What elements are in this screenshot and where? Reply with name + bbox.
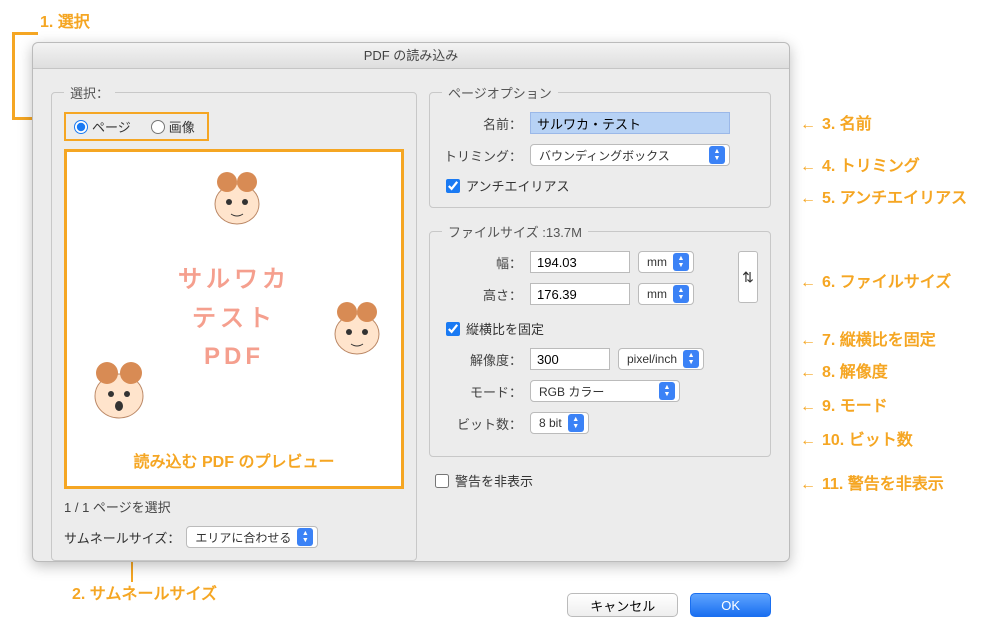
file-size-legend: ファイルサイズ :13.7M: [442, 222, 588, 241]
annotation-9: ←9. モード: [800, 392, 888, 416]
select-radio-row: ページ 画像: [64, 112, 209, 141]
page-count-label: 1 / 1 ページを選択: [64, 497, 404, 516]
dropdown-arrows-icon: ▲▼: [683, 350, 699, 368]
cancel-button[interactable]: キャンセル: [567, 593, 678, 617]
annotation-10: ←10. ビット数: [800, 426, 913, 450]
suppress-warnings-checkbox[interactable]: [435, 474, 449, 488]
name-input[interactable]: [530, 112, 730, 134]
page-options-legend: ページオプション: [442, 83, 558, 102]
radio-image[interactable]: 画像: [151, 117, 195, 136]
mode-label: モード：: [442, 382, 522, 401]
mode-select[interactable]: RGB カラー ▲▼: [530, 380, 680, 402]
thumbnail-size-select[interactable]: エリアに合わせる ▲▼: [186, 526, 318, 548]
dropdown-arrows-icon: ▲▼: [568, 414, 584, 432]
file-size-fieldset: ファイルサイズ :13.7M 幅： mm ▲▼ 高さ：: [429, 222, 771, 457]
annotation-3: ←3. 名前: [800, 110, 872, 134]
resolution-input[interactable]: [530, 348, 610, 370]
dropdown-arrows-icon: ▲▼: [673, 253, 689, 271]
annotation-5: ←5. アンチエイリアス: [800, 184, 967, 208]
constrain-checkbox[interactable]: [446, 322, 460, 336]
thumbnail-size-label: サムネールサイズ：: [64, 528, 180, 547]
suppress-warnings-label: 警告を非表示: [455, 471, 533, 490]
link-icon[interactable]: ⇅: [738, 251, 758, 303]
radio-page[interactable]: ページ: [74, 117, 131, 136]
bits-label: ビット数：: [442, 414, 522, 433]
radio-page-input[interactable]: [74, 120, 88, 134]
annotation-7: ←7. 縦横比を固定: [800, 326, 936, 350]
annotation-11: ←11. 警告を非表示: [800, 470, 944, 494]
preview-caption: 読み込む PDF のプレビュー: [134, 448, 335, 472]
preview-face-icon: [207, 172, 267, 232]
width-input[interactable]: [530, 251, 630, 273]
name-label: 名前：: [442, 114, 522, 133]
select-legend: 選択：: [64, 83, 115, 102]
radio-image-input[interactable]: [151, 120, 165, 134]
pdf-preview[interactable]: サルワカ テスト PDF 読み込む PDF のプレビュー: [64, 149, 404, 489]
preview-text: サルワカ テスト PDF: [178, 261, 290, 376]
height-unit-select[interactable]: mm ▲▼: [638, 283, 694, 305]
dialog-title: PDF の読み込み: [33, 43, 789, 69]
page-options-fieldset: ページオプション 名前： トリミング： バウンディングボックス ▲▼ アンチエイ…: [429, 83, 771, 208]
dropdown-arrows-icon: ▲▼: [297, 528, 313, 546]
radio-page-label: ページ: [92, 117, 131, 136]
antialias-checkbox[interactable]: [446, 179, 460, 193]
annotation-6: ←6. ファイルサイズ: [800, 268, 951, 292]
resolution-unit-select[interactable]: pixel/inch ▲▼: [618, 348, 704, 370]
width-label: 幅：: [442, 253, 522, 272]
dropdown-arrows-icon: ▲▼: [673, 285, 689, 303]
annotation-4: ←4. トリミング: [800, 152, 920, 176]
dropdown-arrows-icon: ▲▼: [709, 146, 725, 164]
dropdown-arrows-icon: ▲▼: [659, 382, 675, 400]
bits-select[interactable]: 8 bit ▲▼: [530, 412, 589, 434]
trimming-select[interactable]: バウンディングボックス ▲▼: [530, 144, 730, 166]
height-label: 高さ：: [442, 285, 522, 304]
height-input[interactable]: [530, 283, 630, 305]
preview-face-icon: [327, 302, 387, 362]
annotation-1: 1. 選択: [40, 8, 90, 32]
resolution-label: 解像度：: [442, 350, 522, 369]
trimming-label: トリミング：: [442, 146, 522, 165]
antialias-label: アンチエイリアス: [466, 176, 569, 195]
radio-image-label: 画像: [169, 117, 195, 136]
preview-face-icon: [87, 362, 152, 427]
select-fieldset: 選択： ページ 画像: [51, 83, 417, 561]
width-unit-select[interactable]: mm ▲▼: [638, 251, 694, 273]
annotation-8: ←8. 解像度: [800, 358, 888, 382]
pdf-import-dialog: PDF の読み込み 選択： ページ 画像: [32, 42, 790, 562]
ok-button[interactable]: OK: [690, 593, 771, 617]
constrain-label: 縦横比を固定: [466, 319, 544, 338]
